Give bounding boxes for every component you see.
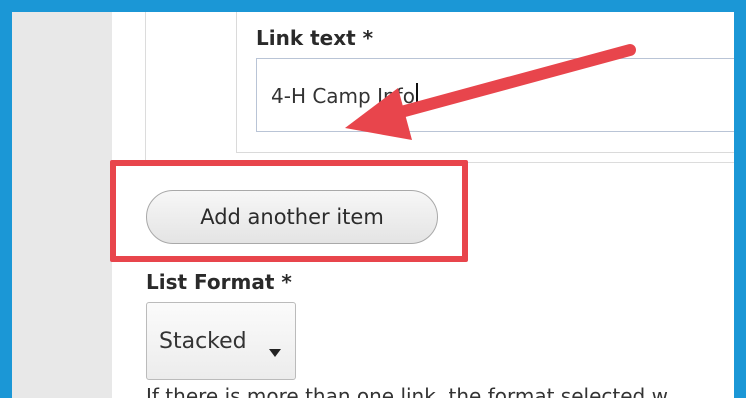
chevron-down-icon [269, 349, 281, 357]
link-text-input[interactable]: 4-H Camp Info [256, 58, 734, 132]
list-format-help-text: If there is more than one link, the form… [146, 384, 668, 398]
divider [145, 12, 146, 162]
form-panel: Link text * 4-H Camp Info Add another it… [12, 12, 734, 398]
link-text-value: 4-H Camp Info [271, 83, 418, 108]
link-text-label: Link text * [256, 26, 374, 50]
left-gutter [12, 12, 112, 398]
text-cursor [415, 83, 418, 107]
list-format-select[interactable]: Stacked [146, 302, 296, 380]
highlight-annotation [110, 160, 468, 262]
list-format-selected-value: Stacked [159, 329, 247, 354]
list-format-label: List Format * [146, 270, 292, 294]
